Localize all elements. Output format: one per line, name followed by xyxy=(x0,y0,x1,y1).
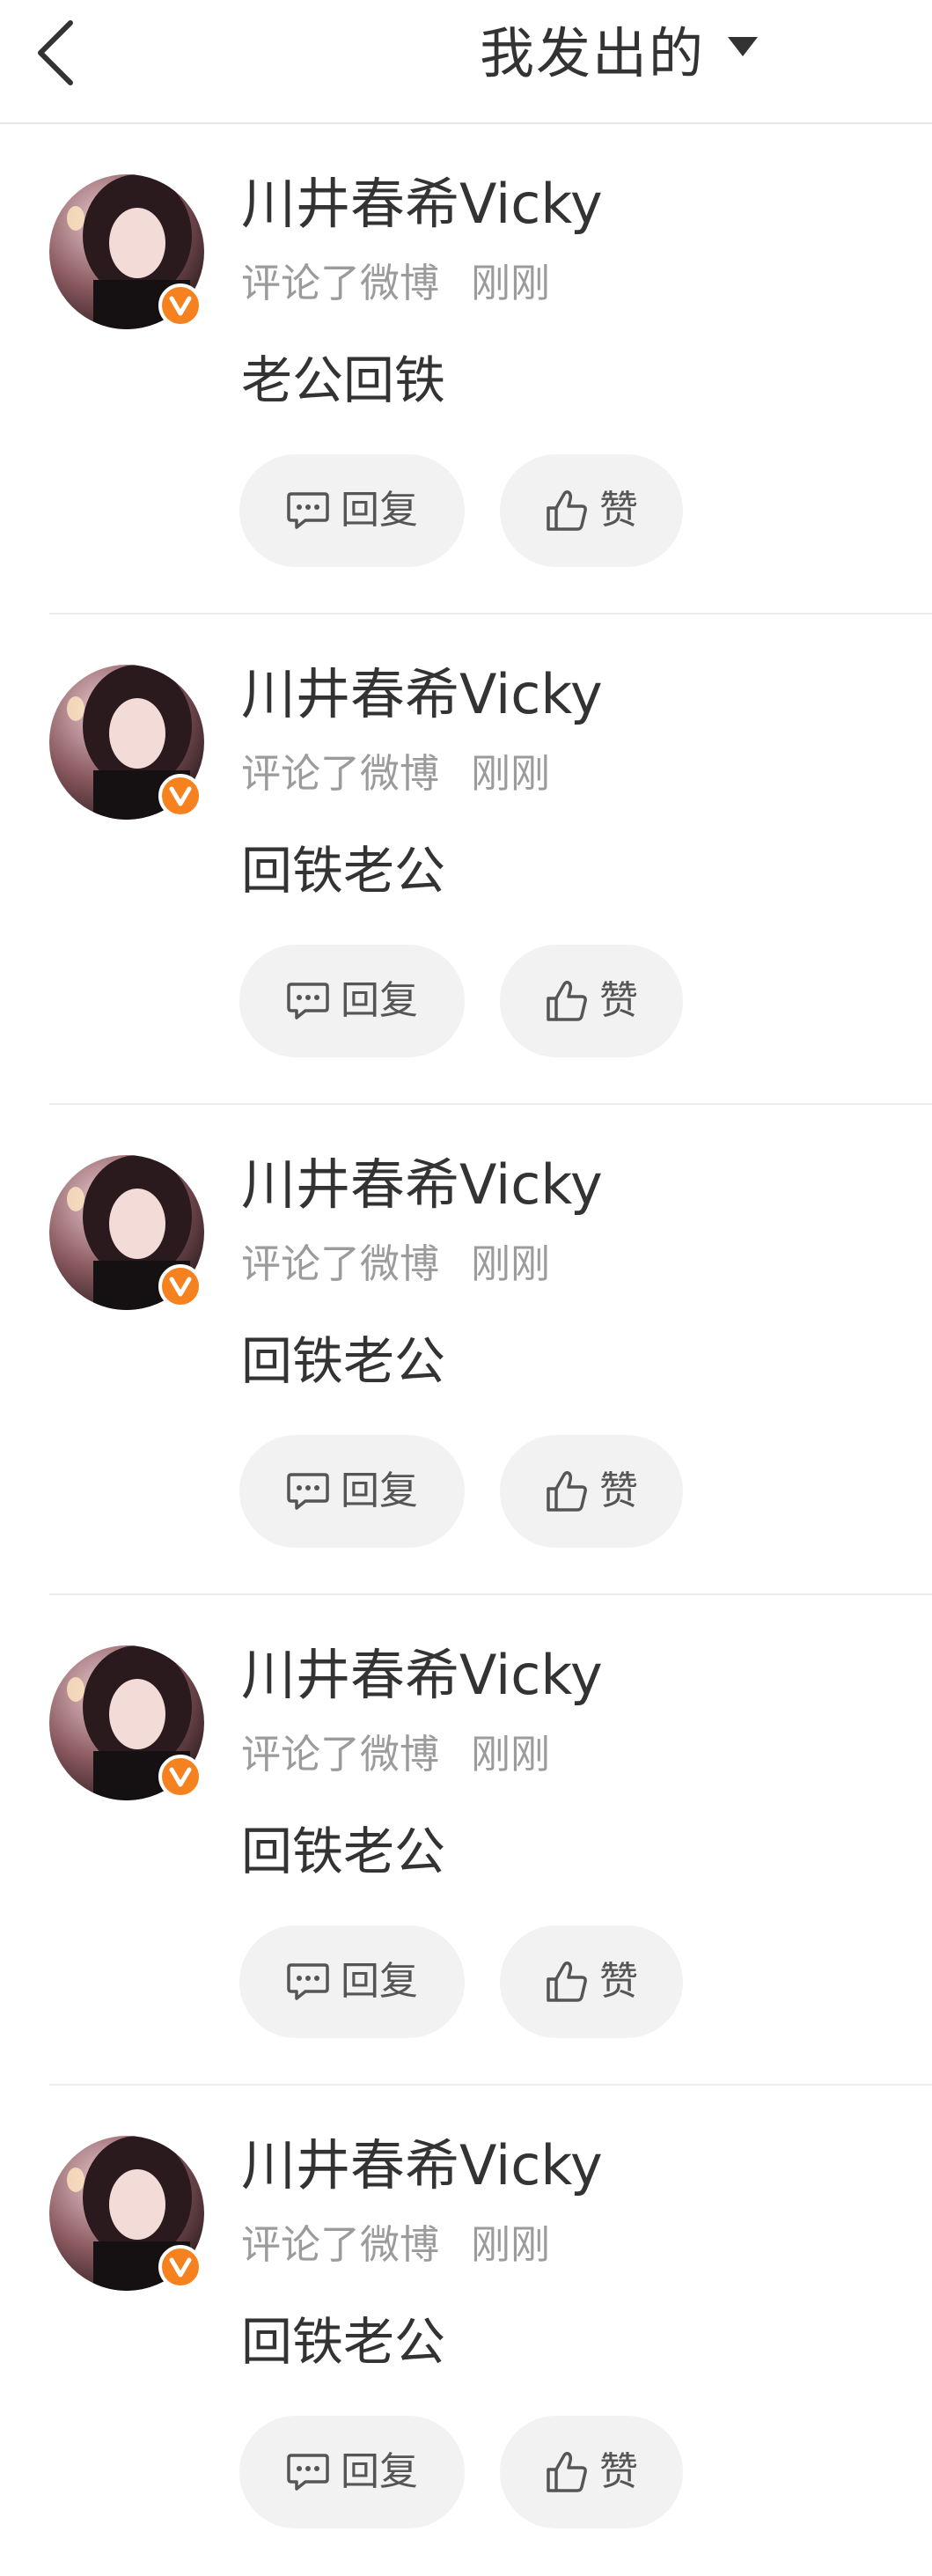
verified-v-badge-icon xyxy=(158,1264,202,1308)
action-text: 评论了微博 xyxy=(241,260,440,306)
list-item: 川井春希Vicky 评论了微博 刚刚 老公回铁 回复 赞 xyxy=(0,124,932,615)
list-item: 川井春希Vicky 评论了微博 刚刚 回铁老公 回复 赞 xyxy=(0,1105,932,1595)
page-title: 我发出的 xyxy=(480,21,706,85)
user-name[interactable]: 川井春希Vicky xyxy=(241,667,603,722)
comment-meta: 评论了微博 刚刚 xyxy=(241,1244,550,1284)
verified-v-badge-icon xyxy=(158,1755,202,1799)
reply-button[interactable]: 回复 xyxy=(239,1925,465,2038)
like-button[interactable]: 赞 xyxy=(500,945,683,1057)
comment-text: 回铁老公 xyxy=(241,841,446,901)
thumbs-up-icon xyxy=(547,980,587,1021)
comment-meta: 评论了微博 刚刚 xyxy=(241,263,550,303)
title-dropdown[interactable]: 我发出的 xyxy=(480,0,760,97)
comment-bubble-icon xyxy=(287,1963,329,2000)
comment-bubble-icon xyxy=(287,1473,329,1510)
reply-label: 回复 xyxy=(341,2449,418,2494)
like-button[interactable]: 赞 xyxy=(500,1435,683,1548)
list-item: 川井春希Vicky 评论了微博 刚刚 回铁老公 回复 赞 xyxy=(0,615,932,1105)
thumbs-up-icon xyxy=(547,1961,587,2002)
thumbs-up-icon xyxy=(547,489,587,531)
comment-bubble-icon xyxy=(287,983,329,1019)
comment-meta: 评论了微博 刚刚 xyxy=(241,2225,550,2264)
like-button[interactable]: 赞 xyxy=(500,454,683,567)
action-text: 评论了微博 xyxy=(241,2221,440,2268)
avatar[interactable] xyxy=(49,2136,204,2291)
comment-text: 回铁老公 xyxy=(241,2312,446,2372)
verified-v-badge-icon xyxy=(158,774,202,818)
avatar[interactable] xyxy=(49,1645,204,1800)
action-text: 评论了微博 xyxy=(241,1240,440,1287)
reply-label: 回复 xyxy=(341,488,418,533)
reply-label: 回复 xyxy=(341,1468,418,1513)
user-name[interactable]: 川井春希Vicky xyxy=(241,1158,603,1212)
comment-text: 回铁老公 xyxy=(241,1331,446,1391)
like-label: 赞 xyxy=(599,978,638,1023)
like-label: 赞 xyxy=(599,1959,638,2004)
reply-button[interactable]: 回复 xyxy=(239,454,465,567)
timestamp: 刚刚 xyxy=(471,1731,551,1777)
action-text: 评论了微博 xyxy=(241,750,440,797)
back-button[interactable] xyxy=(35,9,106,97)
comment-meta: 评论了微博 刚刚 xyxy=(241,1734,550,1774)
user-name[interactable]: 川井春希Vicky xyxy=(241,2138,603,2193)
timestamp: 刚刚 xyxy=(471,2221,551,2268)
reply-label: 回复 xyxy=(341,1959,418,2004)
comment-text: 回铁老公 xyxy=(241,1822,446,1881)
like-label: 赞 xyxy=(599,2449,638,2494)
like-button[interactable]: 赞 xyxy=(500,2416,683,2528)
reply-button[interactable]: 回复 xyxy=(239,1435,465,1548)
thumbs-up-icon xyxy=(547,2451,587,2492)
thumbs-up-icon xyxy=(547,1470,587,1512)
chevron-left-icon xyxy=(38,20,73,85)
reply-button[interactable]: 回复 xyxy=(239,2416,465,2528)
user-name[interactable]: 川井春希Vicky xyxy=(241,1648,603,1703)
timestamp: 刚刚 xyxy=(471,1240,551,1287)
avatar[interactable] xyxy=(49,174,204,329)
like-label: 赞 xyxy=(599,488,638,533)
verified-v-badge-icon xyxy=(158,283,202,328)
reply-label: 回复 xyxy=(341,978,418,1023)
list-item: 川井春希Vicky 评论了微博 刚刚 回铁老公 回复 赞 xyxy=(0,2086,932,2576)
avatar[interactable] xyxy=(49,665,204,820)
comment-bubble-icon xyxy=(287,492,329,529)
comment-list: 川井春希Vicky 评论了微博 刚刚 老公回铁 回复 赞 川井春希Vicky 评… xyxy=(0,124,932,2576)
list-item: 川井春希Vicky 评论了微博 刚刚 回铁老公 回复 赞 xyxy=(0,1595,932,2086)
timestamp: 刚刚 xyxy=(471,260,551,306)
comment-text: 老公回铁 xyxy=(241,350,446,410)
caret-down-icon xyxy=(726,35,760,62)
top-bar: 我发出的 xyxy=(0,0,932,124)
user-name[interactable]: 川井春希Vicky xyxy=(241,177,603,232)
reply-button[interactable]: 回复 xyxy=(239,945,465,1057)
comment-meta: 评论了微博 刚刚 xyxy=(241,754,550,793)
action-text: 评论了微博 xyxy=(241,1731,440,1777)
verified-v-badge-icon xyxy=(158,2245,202,2289)
timestamp: 刚刚 xyxy=(471,750,551,797)
like-button[interactable]: 赞 xyxy=(500,1925,683,2038)
comment-bubble-icon xyxy=(287,2454,329,2491)
like-label: 赞 xyxy=(599,1468,638,1513)
avatar[interactable] xyxy=(49,1155,204,1310)
